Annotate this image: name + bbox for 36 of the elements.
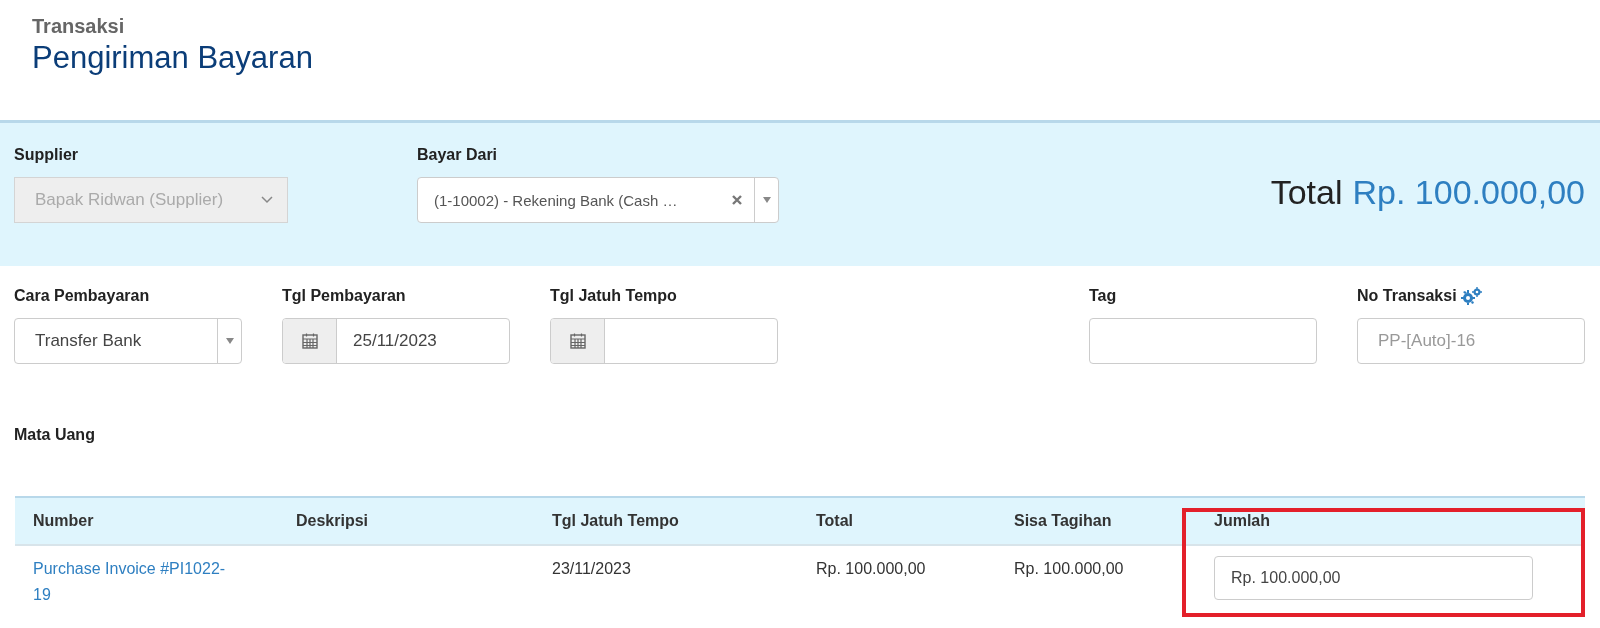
field-label: Tgl Jatuh Tempo xyxy=(550,286,678,306)
account-select[interactable]: (1-10002) - Rekening Bank (Cash … xyxy=(417,177,779,223)
caret-down-icon xyxy=(225,338,234,344)
page-title: Pengiriman Bayaran xyxy=(32,39,314,77)
field-label: Bayar Dari xyxy=(417,145,499,165)
breadcrumb: Transaksi xyxy=(32,14,126,38)
column-header: Deskripsi xyxy=(278,497,534,545)
payment-method-select[interactable]: Transfer Bank xyxy=(14,318,242,364)
table-cell-text: Rp. 100.000,00 xyxy=(816,559,926,579)
calendar-icon xyxy=(301,333,318,349)
clear-icon[interactable] xyxy=(732,195,742,205)
field-label: Supplier xyxy=(14,145,79,165)
currency-label: Mata Uang xyxy=(14,426,95,443)
chevron-down-icon xyxy=(261,196,273,204)
field-label: Tag xyxy=(1089,286,1118,306)
gears-icon[interactable] xyxy=(1460,287,1483,305)
amount-input-field[interactable]: Rp. 100.000,00 xyxy=(1214,556,1533,600)
table-cell-text: 23/11/2023 xyxy=(552,559,631,579)
total-label: Total xyxy=(1270,173,1343,212)
column-header: Tgl Jatuh Tempo xyxy=(534,497,798,545)
caret-down-icon xyxy=(762,197,771,203)
column-header: Number xyxy=(15,497,278,545)
date-field[interactable]: 25/11/2023 xyxy=(282,318,510,364)
field-label: No Transaksi xyxy=(1357,286,1457,306)
column-header: Total xyxy=(798,497,996,545)
total-amount: Rp. 100.000,00 xyxy=(1352,173,1585,212)
date-field[interactable] xyxy=(550,318,778,364)
field-label: Tgl Pembayaran xyxy=(282,286,407,306)
field-label: Cara Pembayaran xyxy=(14,286,151,306)
invoice-link[interactable]: Purchase Invoice #PI1022-19 xyxy=(33,556,233,608)
table-cell-text: Rp. 100.000,00 xyxy=(1014,559,1124,579)
transaction-number-field[interactable]: PP-[Auto]-16 xyxy=(1357,318,1585,364)
tag-input-field[interactable] xyxy=(1089,318,1317,364)
calendar-icon xyxy=(569,333,586,349)
column-header: Jumlah xyxy=(1196,497,1585,545)
column-header: Sisa Tagihan xyxy=(996,497,1196,545)
